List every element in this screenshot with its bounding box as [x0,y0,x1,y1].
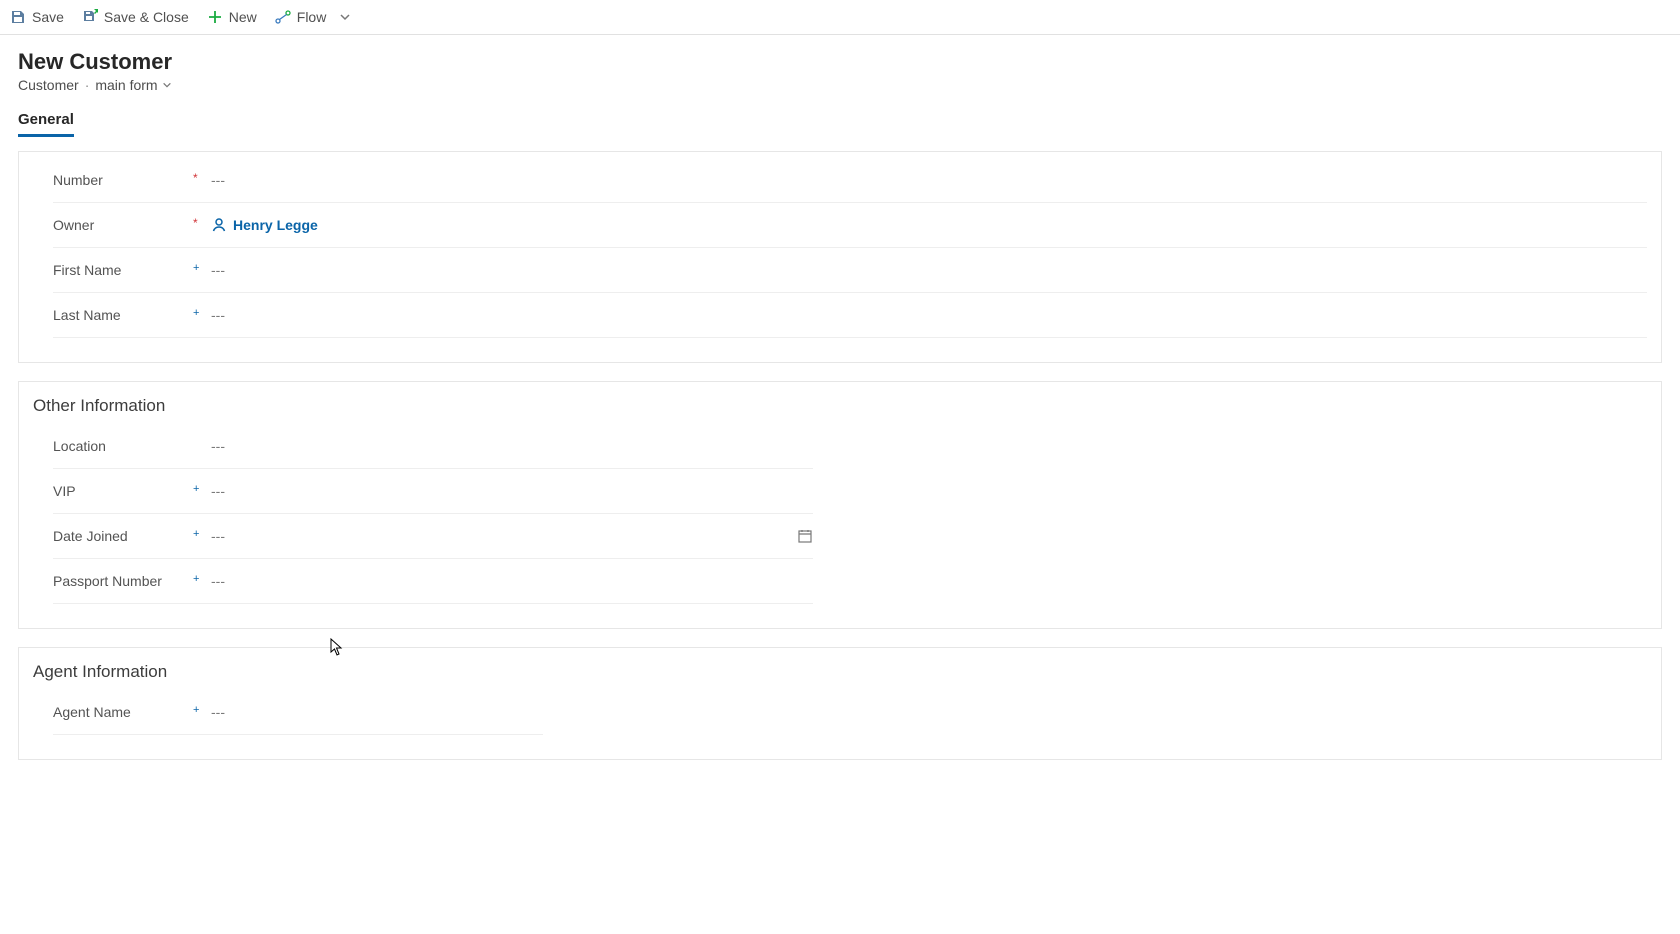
section-primary: Number * --- Owner * Henry Legge First N… [18,151,1662,363]
field-first-name[interactable]: First Name + --- [53,248,1647,293]
form-selector[interactable]: main form [95,77,171,93]
form-subtitle: Customer · main form [18,77,1662,93]
owner-lookup-chip[interactable]: Henry Legge [211,217,318,233]
recommended-mark: + [193,307,211,319]
section-other-title: Other Information [19,382,1661,424]
recommended-mark: + [193,573,211,585]
chevron-down-icon [338,10,352,24]
recommended-mark: + [193,704,211,716]
field-number-value: --- [211,170,1619,190]
field-location-value: --- [211,436,785,456]
form-name: main form [95,77,157,93]
save-button[interactable]: Save [10,9,64,25]
recommended-mark: + [193,528,211,540]
field-vip[interactable]: VIP + --- [53,469,813,514]
field-owner[interactable]: Owner * Henry Legge [53,203,1647,248]
calendar-icon [797,528,813,544]
field-passport-label: Passport Number [53,573,193,589]
field-first-name-value: --- [211,260,1619,280]
flow-button[interactable]: Flow [275,9,353,25]
field-agent-name-label: Agent Name [53,704,193,720]
owner-name: Henry Legge [233,217,318,233]
field-last-name-value: --- [211,305,1619,325]
field-owner-value: Henry Legge [211,215,1619,235]
section-other-information: Other Information Location --- VIP + ---… [18,381,1662,629]
field-owner-label: Owner [53,217,193,233]
tab-general[interactable]: General [18,111,74,137]
recommended-mark: + [193,483,211,495]
field-passport-number[interactable]: Passport Number + --- [53,559,813,604]
section-agent-title: Agent Information [19,648,1661,690]
save-close-icon [82,9,98,25]
field-last-name-label: Last Name [53,307,193,323]
field-date-joined-value: --- [211,526,785,546]
field-vip-label: VIP [53,483,193,499]
chevron-down-icon [162,80,172,90]
content-area: Number * --- Owner * Henry Legge First N… [0,151,1680,760]
new-label: New [229,9,257,25]
field-last-name[interactable]: Last Name + --- [53,293,1647,338]
field-date-joined[interactable]: Date Joined + --- [53,514,813,559]
save-close-label: Save & Close [104,9,189,25]
tab-bar: General [18,111,1662,137]
entity-name: Customer [18,77,79,93]
field-first-name-label: First Name [53,262,193,278]
save-label: Save [32,9,64,25]
required-mark: * [193,171,211,185]
field-number[interactable]: Number * --- [53,158,1647,203]
required-mark: * [193,216,211,230]
field-agent-name-value: --- [211,702,515,722]
recommended-mark: + [193,262,211,274]
form-header: New Customer Customer · main form Genera… [0,35,1680,139]
field-agent-name[interactable]: Agent Name + --- [53,690,543,735]
field-location-label: Location [53,438,193,454]
field-number-label: Number [53,172,193,188]
field-passport-value: --- [211,571,785,591]
save-close-button[interactable]: Save & Close [82,9,189,25]
field-location[interactable]: Location --- [53,424,813,469]
section-agent-information: Agent Information Agent Name + --- [18,647,1662,760]
new-button[interactable]: New [207,9,257,25]
page-title: New Customer [18,49,1662,75]
plus-icon [207,9,223,25]
flow-icon [275,9,291,25]
person-icon [211,217,227,233]
separator-dot: · [85,77,90,93]
save-icon [10,9,26,25]
date-picker-button[interactable] [785,528,813,544]
field-date-joined-label: Date Joined [53,528,193,544]
command-bar: Save Save & Close New Flow [0,0,1680,35]
field-vip-value: --- [211,481,785,501]
flow-label: Flow [297,9,327,25]
